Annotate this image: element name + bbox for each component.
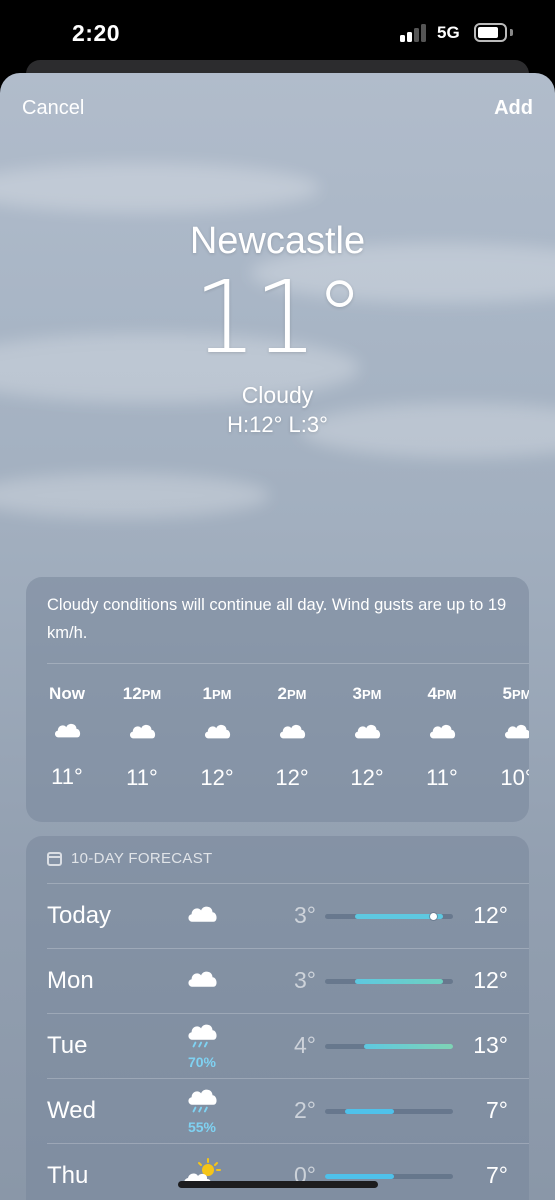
cloud-icon	[182, 712, 252, 758]
temperature-range-bar	[325, 913, 453, 920]
status-time: 2:20	[72, 20, 121, 46]
cloud-icon	[332, 712, 402, 758]
temperature-range-fill	[364, 1044, 453, 1049]
battery-icon	[474, 23, 507, 42]
hour-label: Now	[49, 684, 85, 703]
hour-temperature: 12°	[350, 765, 384, 790]
ten-day-title: 10-DAY FORECAST	[71, 850, 213, 867]
ten-day-header: 10-DAY FORECAST	[47, 850, 212, 867]
hour-temperature: 12°	[275, 765, 309, 790]
hour-label: 1PM	[202, 684, 232, 703]
daily-row[interactable]: Wed 55% 2° 7°	[26, 1078, 529, 1143]
hour-temperature: 11°	[51, 764, 83, 789]
hour-label: 12PM	[122, 684, 162, 703]
day-name: Today	[47, 902, 112, 929]
precipitation-chance: 70%	[187, 1054, 217, 1070]
weather-sheet: Cancel Add Newcastle 11° Cloudy H:12° L:…	[0, 73, 555, 1200]
high-temperature: 7°	[486, 1097, 508, 1123]
cloud-icon	[32, 711, 102, 757]
day-name: Wed	[47, 1097, 96, 1124]
temperature-range-fill	[344, 1109, 394, 1114]
current-condition: Cloudy	[241, 382, 314, 408]
hourly-item: 3PM 12°	[332, 677, 402, 798]
home-indicator[interactable]	[178, 1181, 378, 1188]
temperature-range-bar	[325, 1044, 453, 1049]
cloud-icon	[482, 712, 529, 758]
day-name: Mon	[47, 967, 94, 994]
high-temperature: 12°	[473, 967, 508, 993]
temperature-range-bar	[325, 979, 453, 984]
hourly-item: 1PM 12°	[182, 677, 252, 798]
divider	[47, 663, 529, 664]
temperature-range-fill	[354, 979, 444, 984]
ten-day-forecast-card[interactable]: 10-DAY FORECAST Today 3° 12° Mon 3° 12° Tue 70%…	[26, 836, 529, 1200]
city-name: Newcastle	[189, 220, 366, 262]
network-type: 5G	[437, 23, 460, 42]
cloud-texture	[0, 163, 320, 213]
high-low: H:12° L:3°	[227, 412, 328, 437]
hour-label: 3PM	[352, 684, 382, 703]
hourly-item: 2PM 12°	[257, 677, 327, 798]
hourly-item: 4PM 11°	[407, 677, 477, 798]
cloud-icon	[184, 883, 224, 948]
low-temperature: 2°	[294, 1097, 316, 1123]
daily-row[interactable]: Tue 70% 4° 13°	[26, 1013, 529, 1078]
bottom-spacer	[0, 1150, 555, 1200]
hourly-forecast-card[interactable]: Cloudy conditions will continue all day.…	[26, 577, 529, 822]
add-button[interactable]: Add	[494, 97, 533, 120]
daily-row[interactable]: Mon 3° 12°	[26, 948, 529, 1013]
hour-temperature: 10°	[500, 765, 529, 790]
high-temperature: 12°	[473, 902, 508, 928]
cloud-icon	[407, 712, 477, 758]
temperature-range-bar	[325, 1109, 453, 1114]
cloud-icon	[257, 712, 327, 758]
battery-tip	[510, 29, 513, 36]
daily-row[interactable]: Today 3° 12°	[26, 883, 529, 948]
cloud-texture	[0, 473, 270, 518]
hourly-item: Now 11°	[32, 677, 102, 797]
hourly-item: 12PM 11°	[107, 677, 177, 798]
hour-temperature: 11°	[426, 765, 458, 790]
high-temperature: 13°	[473, 1032, 508, 1058]
forecast-summary: Cloudy conditions will continue all day.…	[47, 596, 507, 642]
day-name: Tue	[47, 1032, 88, 1059]
hourly-list[interactable]: Now 11° 12PM 11° 1PM 12° 2PM 12° 3PM 12° 4PM 11° 5PM…	[26, 677, 529, 817]
cellular-signal-icon	[400, 24, 428, 42]
cloud-icon	[107, 712, 177, 758]
cancel-button[interactable]: Cancel	[22, 97, 84, 120]
low-temperature: 4°	[294, 1032, 316, 1058]
hour-temperature: 11°	[126, 765, 158, 790]
hour-temperature: 12°	[200, 765, 234, 790]
low-temperature: 3°	[294, 902, 316, 928]
current-temperature: 11°	[193, 259, 364, 376]
hour-label: 2PM	[277, 684, 307, 703]
cloud-icon	[184, 948, 224, 1013]
current-weather: Newcastle 11° Cloudy H:12° L:3°	[0, 218, 555, 440]
hour-label: 4PM	[427, 684, 457, 703]
calendar-icon	[47, 851, 62, 866]
hour-label: 5PM	[502, 684, 529, 703]
low-temperature: 3°	[294, 967, 316, 993]
precipitation-chance: 55%	[187, 1119, 217, 1135]
hourly-item: 5PM 10°	[482, 677, 529, 798]
